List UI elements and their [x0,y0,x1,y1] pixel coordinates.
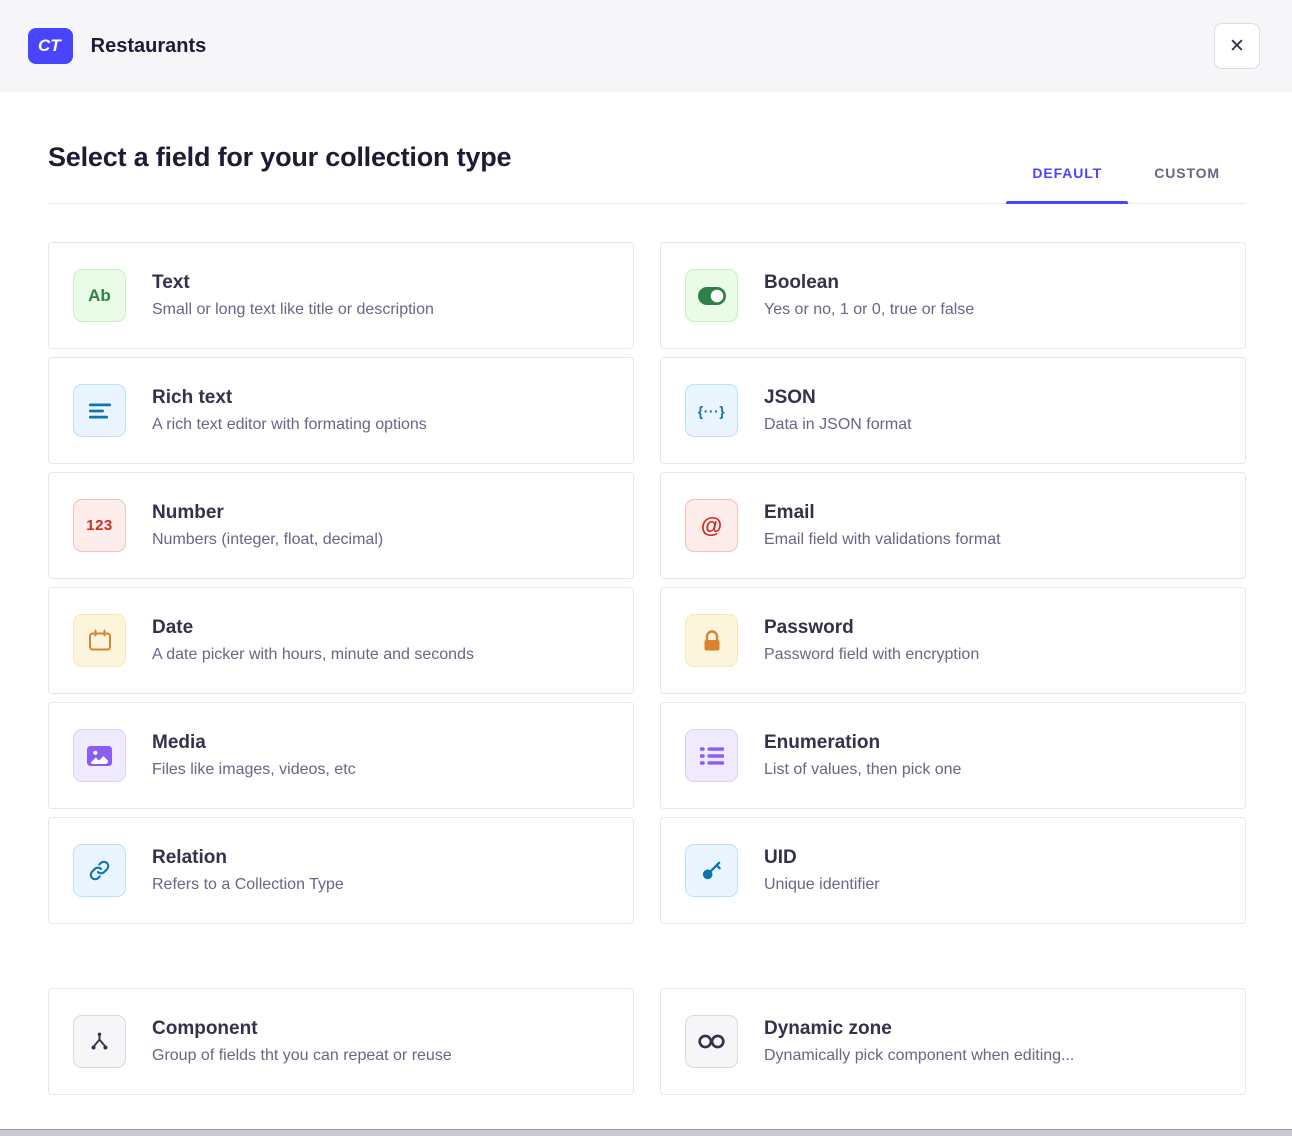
bottom-edge [0,1129,1292,1136]
field-card-text: Password Password field with encryption [764,617,979,664]
bottom-fields-grid: Component Group of fields tht you can rep… [48,988,1246,1095]
field-card-text: UID Unique identifier [764,847,880,894]
component-icon [73,1015,126,1068]
icon-glyph: Ab [88,286,111,306]
field-card-dynamiczone[interactable]: Dynamic zone Dynamically pick component w… [660,988,1246,1095]
tabs: DEFAULT CUSTOM [1006,153,1246,203]
field-card-relation[interactable]: Relation Refers to a Collection Type [48,817,634,924]
field-card-description: Refers to a Collection Type [152,876,344,894]
field-card-description: Data in JSON format [764,416,912,434]
field-card-title: Media [152,732,356,754]
field-card-component[interactable]: Component Group of fields tht you can rep… [48,988,634,1095]
icon-glyph: {···} [698,403,725,419]
fields-grid: Ab Text Small or long text like title or d… [48,242,1246,924]
text-icon: Ab [73,269,126,322]
number-icon: 123 [73,499,126,552]
field-card-text: JSON Data in JSON format [764,387,912,434]
field-card-text: Relation Refers to a Collection Type [152,847,344,894]
field-card-number[interactable]: 123 Number Numbers (integer, float, decima… [48,472,634,579]
field-card-text: Email Email field with validations format [764,502,1001,549]
field-card-email[interactable]: @ Email Email field with validations forma… [660,472,1246,579]
field-card-description: A rich text editor with formating option… [152,416,427,434]
field-card-text: Text Small or long text like title or des… [152,272,434,319]
field-card-enumeration[interactable]: Enumeration List of values, then pick one [660,702,1246,809]
field-card-boolean[interactable]: Boolean Yes or no, 1 or 0, true or false [660,242,1246,349]
field-card-text: Component Group of fields tht you can rep… [152,1018,452,1065]
boolean-icon [685,269,738,322]
field-card-description: List of values, then pick one [764,761,961,779]
email-icon: @ [685,499,738,552]
field-card-richtext[interactable]: Rich text A rich text editor with formati… [48,357,634,464]
field-card-text: Rich text A rich text editor with formati… [152,387,427,434]
tab-default[interactable]: DEFAULT [1006,153,1128,203]
json-icon: {···} [685,384,738,437]
uid-icon [685,844,738,897]
tab-custom[interactable]: CUSTOM [1128,153,1246,203]
enumeration-icon [685,729,738,782]
field-card-description: Dynamically pick component when editing.… [764,1047,1074,1065]
field-card-description: Group of fields tht you can repeat or re… [152,1047,452,1065]
field-card-description: Email field with validations format [764,531,1001,549]
field-card-json[interactable]: {···} JSON Data in JSON format [660,357,1246,464]
collection-title: Restaurants [91,35,207,58]
field-card-text: Boolean Yes or no, 1 or 0, true or false [764,272,974,319]
field-card-text: Dynamic zone Dynamically pick component w… [764,1018,1074,1065]
field-card-description: A date picker with hours, minute and sec… [152,646,474,664]
field-card-description: Numbers (integer, float, decimal) [152,531,383,549]
modal-header: CT Restaurants ✕ [0,0,1292,92]
field-card-description: Files like images, videos, etc [152,761,356,779]
field-card-date[interactable]: Date A date picker with hours, minute and… [48,587,634,694]
field-card-title: Text [152,272,434,294]
icon-glyph: 123 [86,517,113,534]
field-card-text: Number Numbers (integer, float, decimal) [152,502,383,549]
field-card-description: Unique identifier [764,876,880,894]
field-card-uid[interactable]: UID Unique identifier [660,817,1246,924]
collection-type-badge: CT [28,28,73,64]
password-icon [685,614,738,667]
icon-glyph: @ [701,513,722,539]
field-card-text: Enumeration List of values, then pick one [764,732,961,779]
field-card-title: Email [764,502,1001,524]
field-card-title: Enumeration [764,732,961,754]
field-card-title: UID [764,847,880,869]
field-card-title: JSON [764,387,912,409]
date-icon [73,614,126,667]
field-card-media[interactable]: Media Files like images, videos, etc [48,702,634,809]
field-card-title: Number [152,502,383,524]
modal-content: Select a field for your collection type … [0,92,1292,1095]
field-card-title: Password [764,617,979,639]
field-card-title: Dynamic zone [764,1018,1074,1040]
field-card-title: Component [152,1018,452,1040]
close-icon: ✕ [1229,35,1245,58]
relation-icon [73,844,126,897]
dynamiczone-icon [685,1015,738,1068]
field-card-password[interactable]: Password Password field with encryption [660,587,1246,694]
field-card-title: Relation [152,847,344,869]
field-card-description: Yes or no, 1 or 0, true or false [764,301,974,319]
field-card-title: Rich text [152,387,427,409]
content-header: Select a field for your collection type … [48,142,1246,204]
close-button[interactable]: ✕ [1214,23,1260,69]
field-card-description: Password field with encryption [764,646,979,664]
field-card-text: Date A date picker with hours, minute and… [152,617,474,664]
field-card-title: Date [152,617,474,639]
media-icon [73,729,126,782]
field-card-title: Boolean [764,272,974,294]
field-card-description: Small or long text like title or descrip… [152,301,434,319]
richtext-icon [73,384,126,437]
field-card-text[interactable]: Ab Text Small or long text like title or d… [48,242,634,349]
field-card-text: Media Files like images, videos, etc [152,732,356,779]
header-left: CT Restaurants [28,28,206,64]
page-title: Select a field for your collection type [48,142,511,203]
